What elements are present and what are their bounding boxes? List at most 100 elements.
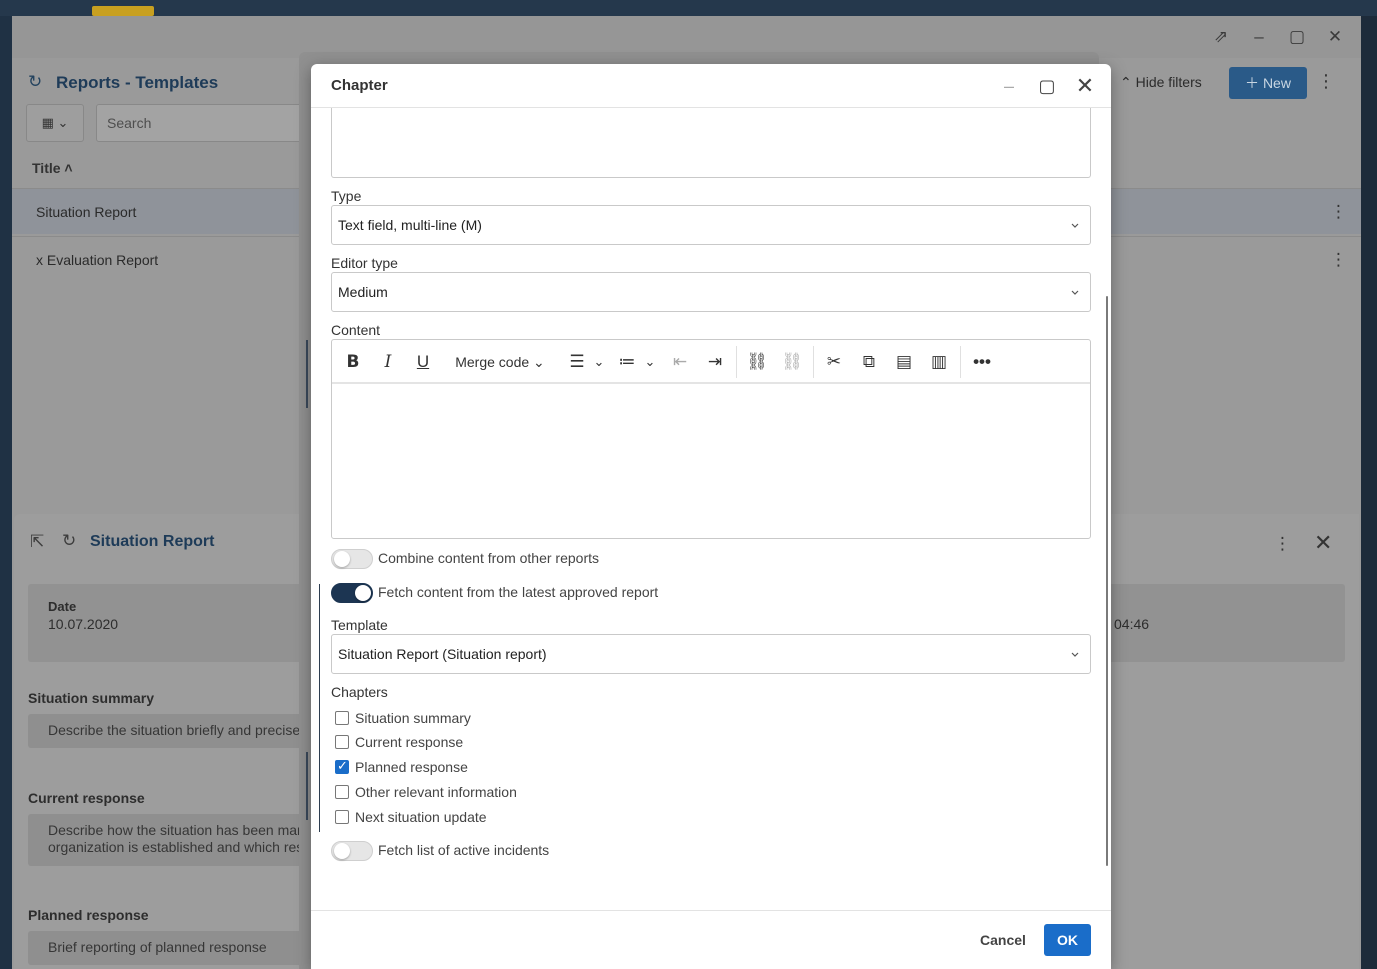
row-title: Situation Report: [36, 204, 137, 220]
cut-icon[interactable]: ✂: [823, 349, 845, 375]
indent-icon[interactable]: ⇥: [704, 349, 726, 375]
toolbar-divider: [736, 346, 737, 378]
dialog-footer: Cancel OK: [311, 910, 1111, 969]
paste-text-icon[interactable]: ▥: [928, 349, 950, 375]
app-left-rail: [0, 16, 12, 969]
row-menu-icon[interactable]: ⋮: [1330, 202, 1347, 222]
focus-indicator: [306, 340, 308, 408]
bold-icon[interactable]: B: [342, 349, 364, 375]
toolbar-divider: [960, 346, 961, 378]
checkbox[interactable]: [335, 785, 349, 799]
focus-indicator: [306, 752, 308, 820]
content-editor[interactable]: B I U Merge code ⌄ ☰ ⌄ ≔ ⌄ ⇤ ⇥ ⛓ ⛓ ✂ ⧉ ▤…: [331, 339, 1091, 539]
checkbox-label: Current response: [355, 734, 464, 750]
editor-type-value: Medium: [338, 284, 388, 300]
section-title: Situation summary: [28, 690, 155, 706]
description-textarea[interactable]: [331, 108, 1091, 178]
type-label: Type: [331, 188, 362, 204]
date-value: 10.07.2020: [48, 616, 119, 632]
more-menu-icon[interactable]: ⋮: [1317, 71, 1335, 92]
template-value: Situation Report (Situation report): [338, 646, 547, 662]
scrollbar[interactable]: [1106, 296, 1108, 866]
new-button-label: New: [1262, 75, 1291, 91]
toolbar-divider: [813, 346, 814, 378]
chevron-down-icon: [1071, 652, 1079, 657]
fetch-latest-label: Fetch content from the latest approved r…: [378, 584, 659, 600]
bullet-list-icon[interactable]: ☰: [566, 349, 588, 375]
outdent-icon[interactable]: ⇤: [669, 349, 691, 375]
close-icon[interactable]: ✕: [1072, 73, 1098, 99]
maximize-icon[interactable]: ▢: [1034, 73, 1060, 99]
section-text: Describe the situation briefly and preci…: [28, 714, 328, 748]
checkbox[interactable]: [335, 735, 349, 749]
chevron-down-icon[interactable]: ⌄: [592, 349, 606, 375]
section-title: Current response: [28, 790, 145, 806]
link-icon[interactable]: ⛓: [746, 349, 768, 375]
maximize-icon[interactable]: ▢: [1286, 26, 1308, 48]
checkbox-checked[interactable]: [335, 758, 349, 774]
column-header-title[interactable]: Title ˄: [32, 160, 73, 176]
new-button[interactable]: ＋ New: [1229, 67, 1307, 99]
checkbox-label: Planned response: [355, 759, 468, 775]
chevron-down-icon[interactable]: ⌄: [643, 349, 657, 375]
page-title: Reports - Templates: [56, 73, 219, 92]
editor-toolbar: B I U Merge code ⌄ ☰ ⌄ ≔ ⌄ ⇤ ⇥ ⛓ ⛓ ✂ ⧉ ▤…: [332, 340, 1090, 384]
row-title: x Evaluation Report: [36, 252, 159, 268]
app-top-bar: [0, 0, 1377, 16]
template-label: Template: [331, 617, 388, 633]
checkbox-label: Next situation update: [355, 809, 487, 825]
time-value: 04:46: [1114, 616, 1150, 632]
combine-content-label: Combine content from other reports: [378, 550, 599, 566]
type-select[interactable]: Text field, multi-line (M): [331, 205, 1091, 245]
copy-icon[interactable]: ⧉: [858, 349, 880, 375]
close-icon[interactable]: ✕: [1314, 530, 1332, 556]
dialog-header: Chapter – ▢ ✕: [311, 64, 1111, 108]
type-select-value: Text field, multi-line (M): [338, 217, 482, 233]
minimize-icon[interactable]: –: [996, 73, 1022, 99]
search-input[interactable]: Search: [96, 104, 316, 142]
chapter-dialog: Chapter – ▢ ✕ Type Text field, multi-lin…: [311, 64, 1111, 969]
checkbox[interactable]: [335, 711, 349, 725]
refresh-icon[interactable]: ↻: [62, 531, 76, 551]
hide-filters-button[interactable]: ⌃ Hide filters: [1120, 74, 1202, 91]
close-icon[interactable]: ✕: [1324, 26, 1346, 48]
section-text: Describe how the situation has been mar …: [28, 814, 328, 866]
chapters-label: Chapters: [331, 684, 388, 700]
chevron-down-icon: [1071, 290, 1079, 295]
cancel-button[interactable]: Cancel: [973, 925, 1033, 955]
content-label: Content: [331, 322, 381, 338]
checkbox-label: Other relevant information: [355, 784, 517, 800]
row-menu-icon[interactable]: ⋮: [1330, 250, 1347, 270]
fetch-incidents-toggle[interactable]: [331, 841, 373, 861]
section-title: Planned response: [28, 907, 149, 923]
fetch-incidents-label: Fetch list of active incidents: [378, 842, 550, 858]
open-external-icon[interactable]: ⇱: [30, 532, 44, 552]
minimize-icon[interactable]: –: [1248, 26, 1270, 48]
date-label: Date: [48, 599, 77, 614]
section-text: Brief reporting of planned response: [28, 931, 328, 965]
app-badge: [92, 6, 154, 16]
editor-type-select[interactable]: Medium: [331, 272, 1091, 312]
numbered-list-icon[interactable]: ≔: [616, 349, 638, 375]
refresh-icon[interactable]: ↻: [28, 72, 42, 92]
template-select[interactable]: Situation Report (Situation report): [331, 634, 1091, 674]
fetch-latest-toggle[interactable]: [331, 583, 373, 603]
merge-code-label: Merge code: [455, 354, 530, 370]
paste-icon[interactable]: ▤: [893, 349, 915, 375]
more-menu-icon[interactable]: ⋮: [1274, 534, 1291, 554]
ok-button[interactable]: OK: [1044, 924, 1091, 956]
italic-icon[interactable]: I: [377, 349, 399, 375]
unlink-icon[interactable]: ⛓: [781, 349, 803, 375]
combine-content-toggle[interactable]: [331, 549, 373, 569]
checkbox-label: Situation summary: [355, 710, 471, 726]
underline-icon[interactable]: U: [412, 349, 434, 375]
merge-code-dropdown[interactable]: Merge code ⌄: [450, 349, 550, 375]
hide-filters-label: Hide filters: [1135, 74, 1202, 90]
more-icon[interactable]: •••: [970, 349, 994, 375]
open-external-icon[interactable]: ⇗: [1210, 26, 1232, 48]
section-indicator-line: [319, 584, 320, 832]
calendar-filter-button[interactable]: ▦ ⌄: [26, 104, 84, 142]
checkbox[interactable]: [335, 810, 349, 824]
column-title-label: Title: [32, 160, 61, 176]
chevron-down-icon: [1071, 223, 1079, 228]
